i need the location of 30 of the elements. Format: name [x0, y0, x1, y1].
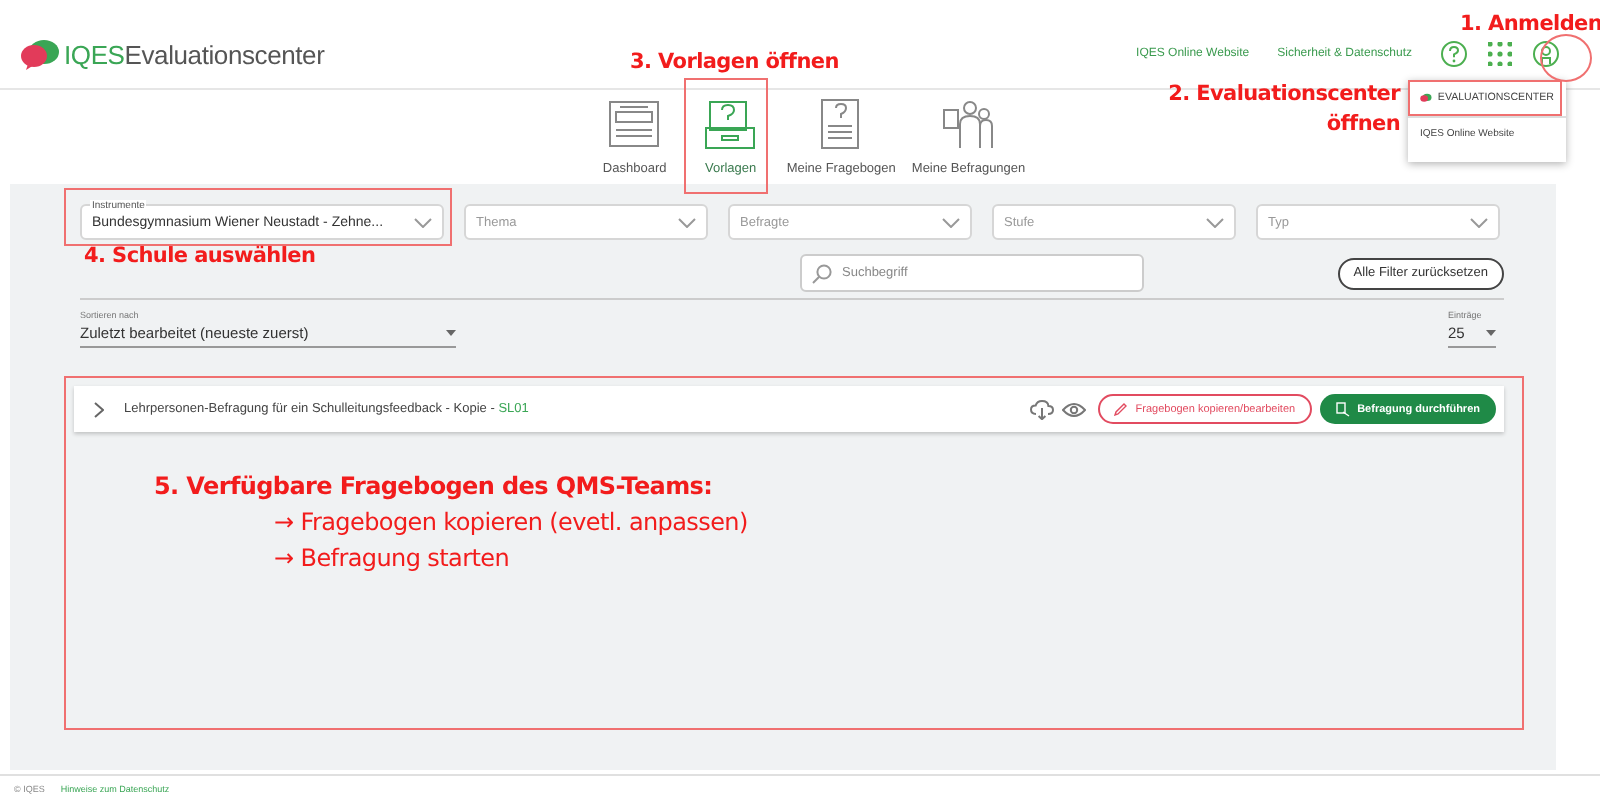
- chevron-down-icon: [1206, 217, 1224, 227]
- highlight-frame: [684, 78, 768, 194]
- people-icon: [942, 98, 995, 150]
- annotation-text: 1. Anmelden: [1460, 10, 1600, 40]
- pencil-icon: [1113, 402, 1128, 416]
- document-icon: [1335, 401, 1350, 417]
- caret-down-icon: [446, 330, 456, 336]
- help-icon[interactable]: [1440, 40, 1468, 68]
- annotation-text: 2. Evaluationscenter öffnen: [1166, 80, 1400, 140]
- logo-icon: [20, 38, 60, 70]
- apps-grid-icon[interactable]: [1488, 42, 1512, 66]
- caret-down-icon: [1486, 330, 1496, 336]
- annotation-text: → Fragebogen kopieren (evetl. anpassen): [274, 506, 748, 540]
- highlight-circle: [1540, 34, 1592, 82]
- cloud-download-icon[interactable]: [1029, 399, 1054, 419]
- user-icon[interactable]: [1532, 40, 1560, 68]
- panel-icon: [608, 98, 661, 150]
- logo-icon: [1420, 90, 1432, 106]
- chevron-down-icon: [1470, 217, 1488, 227]
- annotation-heading: 5. Verfügbare Fragebogen des QMS-Teams:: [154, 470, 715, 504]
- logo-text[interactable]: IQESEvaluationscenter: [64, 39, 325, 69]
- chevron-down-icon: [678, 217, 696, 227]
- chevron-down-icon: [414, 217, 432, 227]
- question-box-icon: [704, 98, 757, 150]
- expand-icon[interactable]: [94, 401, 104, 417]
- chevron-down-icon: [942, 217, 960, 227]
- annotation-text: 4. Schule auswählen: [84, 242, 316, 272]
- eye-icon[interactable]: [1061, 401, 1086, 417]
- annotation-text: → Befragung starten: [274, 542, 511, 576]
- annotation-text: 3. Vorlagen öffnen: [630, 48, 839, 78]
